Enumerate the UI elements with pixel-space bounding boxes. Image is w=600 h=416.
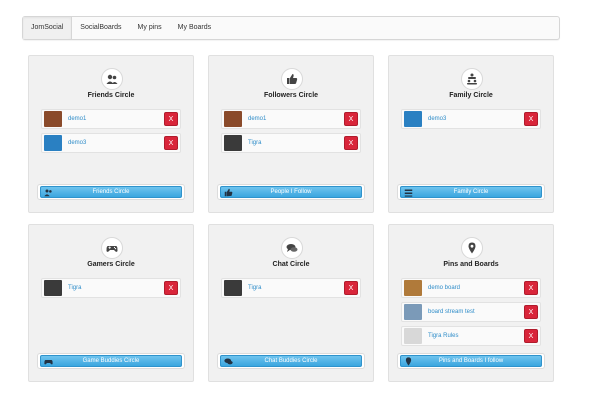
map-pin-icon (461, 237, 483, 259)
board-item: demo board X (401, 278, 541, 298)
member-item: demo1 X (221, 109, 361, 129)
remove-member-button[interactable]: X (344, 112, 358, 126)
card-footer: Game Buddies Circle (37, 353, 185, 369)
thumbs-up-icon (224, 188, 233, 197)
board-item: board stream test X (401, 302, 541, 322)
map-pin-icon (405, 357, 412, 366)
member-item: demo3 X (401, 109, 541, 129)
member-name-link[interactable]: demo3 (428, 110, 446, 128)
followers-circle-card: Followers Circle demo1 X Tigra X People … (208, 55, 374, 213)
board-name-link[interactable]: Tigra Rules (428, 327, 458, 345)
remove-member-button[interactable]: X (164, 112, 178, 126)
member-item: Tigra X (41, 278, 181, 298)
remove-board-button[interactable]: X (524, 281, 538, 295)
thumbs-up-icon (281, 68, 303, 90)
card-title: Gamers Circle (87, 261, 135, 268)
board-name-link[interactable]: demo board (428, 279, 460, 297)
card-footer: Family Circle (397, 184, 545, 200)
button-label: Game Buddies Circle (82, 358, 140, 364)
member-name-link[interactable]: demo1 (248, 110, 266, 128)
people-i-follow-button[interactable]: People I Follow (220, 186, 362, 198)
family-icon (461, 68, 483, 90)
family-icon (404, 189, 413, 197)
button-label: People I Follow (270, 189, 312, 195)
friends-circle-card: Friends Circle demo1 X demo3 X Friends C… (28, 55, 194, 213)
tab-my-pins[interactable]: My pins (130, 17, 170, 39)
button-label: Pins and Boards I follow (438, 358, 504, 364)
friends-circle-button[interactable]: Friends Circle (40, 186, 182, 198)
member-name-link[interactable]: demo3 (68, 134, 86, 152)
member-name-link[interactable]: Tigra (248, 279, 261, 297)
card-title: Family Circle (449, 92, 493, 99)
card-footer: Friends Circle (37, 184, 185, 200)
chat-buddies-circle-button[interactable]: Chat Buddies Circle (220, 355, 362, 367)
gamepad-icon (101, 237, 123, 259)
member-name-link[interactable]: Tigra (68, 279, 81, 297)
gamepad-icon (44, 360, 53, 365)
chat-icon (224, 358, 233, 365)
pins-and-boards-card: Pins and Boards demo board X board strea… (388, 224, 554, 382)
button-label: Family Circle (453, 189, 489, 195)
member-item: demo3 X (41, 133, 181, 153)
button-label: Chat Buddies Circle (264, 358, 318, 364)
card-footer: Pins and Boards I follow (397, 353, 545, 369)
tab-my-boards[interactable]: My Boards (170, 17, 219, 39)
avatar (224, 280, 242, 296)
family-circle-card: Family Circle demo3 X Family Circle (388, 55, 554, 213)
remove-member-button[interactable]: X (344, 136, 358, 150)
tab-socialboards[interactable]: SocialBoards (72, 17, 129, 39)
board-name-link[interactable]: board stream test (428, 303, 475, 321)
member-item: Tigra X (221, 133, 361, 153)
family-circle-button[interactable]: Family Circle (400, 186, 542, 198)
card-title: Followers Circle (263, 92, 319, 99)
board-item: Tigra Rules X (401, 326, 541, 346)
tab-jomsocial[interactable]: JomSocial (23, 17, 73, 39)
friends-icon (101, 68, 123, 90)
remove-board-button[interactable]: X (524, 329, 538, 343)
avatar (404, 304, 422, 320)
avatar (44, 280, 62, 296)
member-name-link[interactable]: demo1 (68, 110, 86, 128)
avatar (224, 135, 242, 151)
remove-member-button[interactable]: X (524, 112, 538, 126)
avatar (44, 111, 62, 127)
card-title: Friends Circle (87, 92, 135, 99)
default-user-icon (404, 111, 422, 127)
gamers-circle-card: Gamers Circle Tigra X Game Buddies Circl… (28, 224, 194, 382)
default-user-icon (44, 135, 62, 151)
remove-member-button[interactable]: X (164, 281, 178, 295)
chat-icon (281, 237, 303, 259)
card-title: Chat Circle (272, 261, 310, 268)
remove-member-button[interactable]: X (344, 281, 358, 295)
avatar (224, 111, 242, 127)
avatar (404, 280, 422, 296)
chat-circle-card: Chat Circle Tigra X Chat Buddies Circle (208, 224, 374, 382)
member-name-link[interactable]: Tigra (248, 134, 261, 152)
member-item: demo1 X (41, 109, 181, 129)
friends-icon (44, 189, 52, 197)
avatar (404, 328, 422, 344)
card-title: Pins and Boards (443, 261, 499, 268)
pins-and-boards-follow-button[interactable]: Pins and Boards I follow (400, 355, 542, 367)
card-footer: People I Follow (217, 184, 365, 200)
game-buddies-circle-button[interactable]: Game Buddies Circle (40, 355, 182, 367)
member-item: Tigra X (221, 278, 361, 298)
remove-board-button[interactable]: X (524, 305, 538, 319)
button-label: Friends Circle (92, 189, 130, 195)
tab-bar: JomSocial SocialBoards My pins My Boards (22, 16, 560, 40)
remove-member-button[interactable]: X (164, 136, 178, 150)
card-footer: Chat Buddies Circle (217, 353, 365, 369)
